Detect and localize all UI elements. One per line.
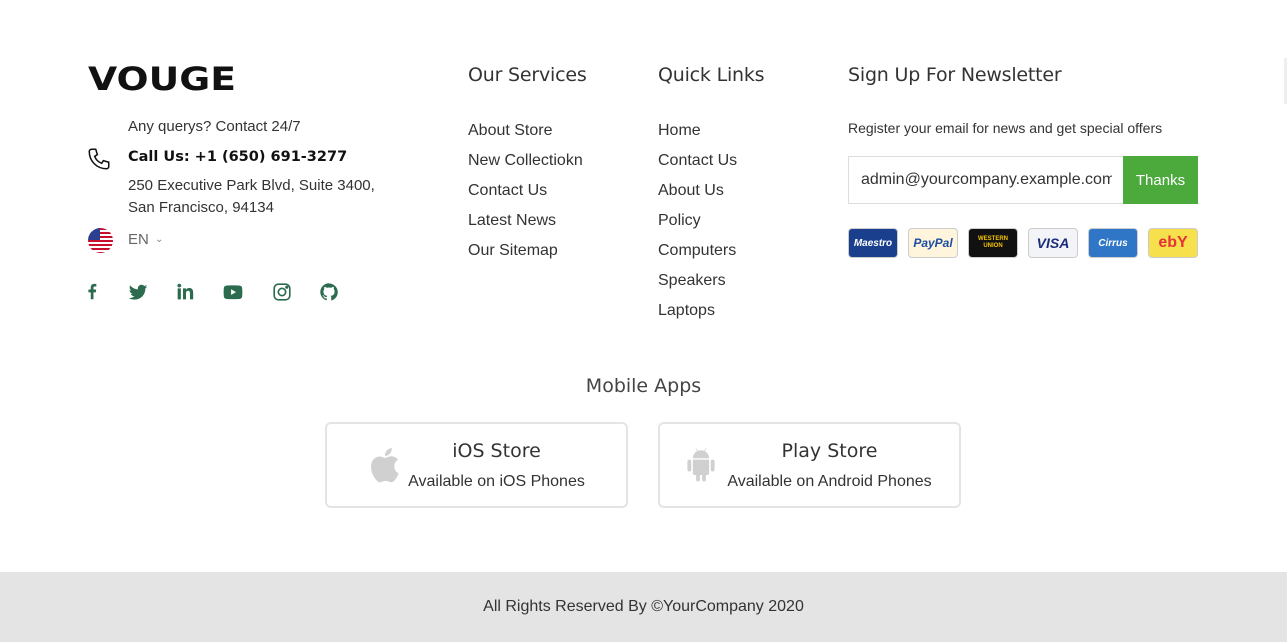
twitter-icon[interactable] — [127, 281, 149, 303]
quick-link[interactable]: Laptops — [658, 302, 715, 320]
play-store-name: Play Store — [781, 440, 878, 462]
services-link[interactable]: Contact Us — [468, 182, 547, 200]
maestro-card-icon: Maestro — [848, 228, 898, 258]
ebay-card-icon: ebY — [1148, 228, 1198, 258]
western-union-card-icon: WESTERN UNION — [968, 228, 1018, 258]
newsletter-submit-button[interactable]: Thanks — [1123, 156, 1198, 204]
visa-card-icon: VISA — [1028, 228, 1078, 258]
github-icon[interactable] — [318, 281, 340, 303]
ios-store-button[interactable]: iOS Store Available on iOS Phones — [325, 422, 628, 508]
cirrus-card-icon: Cirrus — [1088, 228, 1138, 258]
newsletter-email-input[interactable] — [848, 156, 1124, 204]
us-flag-icon[interactable] — [88, 228, 113, 253]
quick-link[interactable]: About Us — [658, 182, 724, 200]
phone-icon — [86, 146, 112, 172]
newsletter-description: Register your email for news and get spe… — [848, 120, 1163, 136]
services-link[interactable]: Our Sitemap — [468, 242, 558, 260]
play-store-subtitle: Available on Android Phones — [727, 473, 932, 490]
ios-store-subtitle: Available on iOS Phones — [408, 473, 585, 490]
services-link[interactable]: About Store — [468, 122, 553, 140]
mobile-apps-title: Mobile Apps — [585, 375, 702, 397]
play-store-button[interactable]: Play Store Available on Android Phones — [658, 422, 961, 508]
quick-link[interactable]: Policy — [658, 212, 701, 230]
services-title: Our Services — [468, 64, 587, 86]
contact-note: Any querys? Contact 24/7 — [128, 118, 301, 135]
facebook-icon[interactable] — [84, 281, 106, 303]
quick-link[interactable]: Computers — [658, 242, 736, 260]
chevron-down-icon[interactable]: ⌄ — [155, 234, 163, 245]
services-link[interactable]: New Collectiokn — [468, 152, 583, 170]
logo-text: VOUGE — [88, 64, 236, 94]
address-line-1: 250 Executive Park Blvd, Suite 3400, — [128, 177, 375, 194]
ios-store-name: iOS Store — [452, 440, 541, 462]
copyright-text: All Rights Reserved By ©YourCompany 2020 — [483, 598, 804, 615]
quick-link[interactable]: Contact Us — [658, 152, 737, 170]
linkedin-icon[interactable] — [174, 281, 196, 303]
paypal-card-icon: PayPal — [908, 228, 958, 258]
quick-links-title: Quick Links — [658, 64, 765, 86]
brand-logo[interactable]: VOUGE — [88, 60, 238, 98]
footer-bar: All Rights Reserved By ©YourCompany 2020 — [0, 572, 1287, 642]
services-link[interactable]: Latest News — [468, 212, 556, 230]
call-us-line[interactable]: Call Us: +1 (650) 691-3277 — [128, 149, 347, 165]
address-line-2: San Francisco, 94134 — [128, 199, 274, 216]
quick-link[interactable]: Home — [658, 122, 701, 140]
newsletter-title: Sign Up For Newsletter — [848, 64, 1062, 86]
instagram-icon[interactable] — [271, 281, 293, 303]
language-selector[interactable]: EN — [128, 231, 149, 248]
youtube-icon[interactable] — [222, 281, 244, 303]
quick-link[interactable]: Speakers — [658, 272, 726, 290]
